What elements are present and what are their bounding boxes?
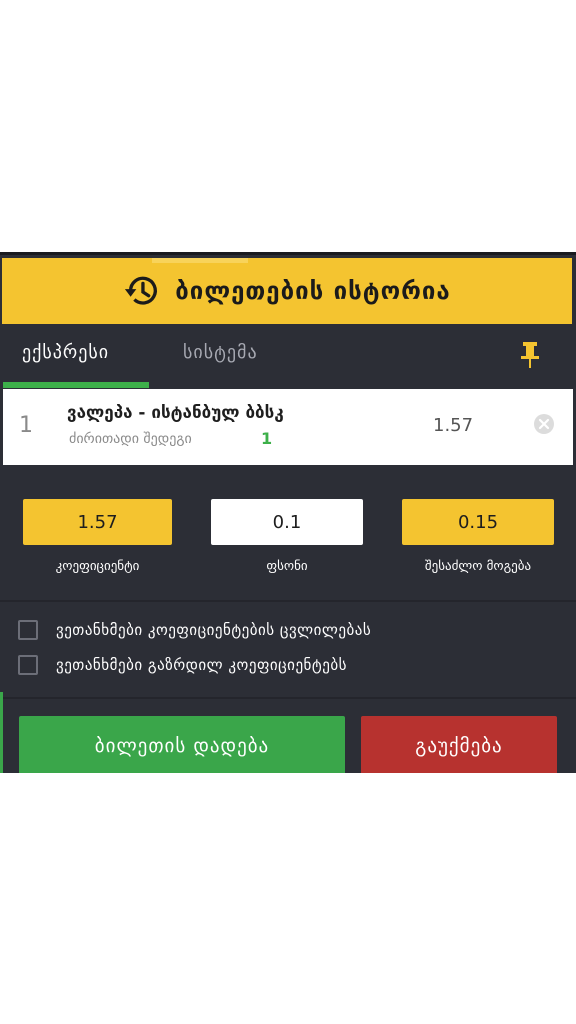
active-tab-indicator [3,382,149,388]
bet-index: 1 [19,413,33,438]
header-highlight [152,258,248,263]
tab-system[interactable]: სისტემა [183,342,258,363]
ticket-history-header[interactable]: ბილეთების ისტორია [2,258,572,324]
stake-label: ფსონი [266,559,308,574]
header-title: ბილეთების ისტორია [175,277,451,305]
accept-boosted-odds-label: ვეთანხმები გაზრდილ კოეფიციენტებს [56,656,347,674]
accept-odds-change-checkbox[interactable] [18,620,38,640]
accept-boosted-odds-option[interactable]: ვეთანხმები გაზრდილ კოეფიციენტებს [18,652,347,678]
odds-label: კოეფიციენტი [55,559,140,574]
betslip-panel: ბილეთების ისტორია ექსპრესი სისტემა 1 ვალ… [0,252,576,773]
panel-top-border [0,252,576,255]
possible-win-field: 0.15 [402,499,554,545]
possible-win-label: შესაძლო მოგება [424,559,532,574]
accept-odds-change-label: ვეთანხმები კოეფიციენტების ცვლილებას [56,621,372,639]
cancel-button[interactable]: გაუქმება [361,716,557,773]
odds-field: 1.57 [23,499,172,545]
history-icon [125,276,158,305]
betslip-tabs: ექსპრესი სისტემა [0,324,576,388]
place-bet-button[interactable]: ბილეთის დადება [19,716,345,773]
tab-express[interactable]: ექსპრესი [22,342,109,363]
stake-input[interactable]: 0.1 [211,499,363,545]
bet-match-name: ვალეპა - ისტანბულ ბბსკ [67,403,284,423]
pin-icon[interactable] [518,340,542,370]
bet-market: ძირითადი შედეგი [69,431,192,447]
bet-odd: 1.57 [433,415,474,436]
divider [0,600,576,602]
divider [0,697,576,699]
bet-fields: 1.57 0.1 0.15 კოეფიციენტი ფსონი შესაძლო … [0,497,576,582]
accept-boosted-odds-checkbox[interactable] [18,655,38,675]
left-edge-strip [0,692,3,773]
accept-odds-change-option[interactable]: ვეთანხმები კოეფიციენტების ცვლილებას [18,617,371,643]
remove-bet-icon[interactable] [533,413,555,435]
bet-pick: 1 [261,429,273,448]
bet-row: 1 ვალეპა - ისტანბულ ბბსკ ძირითადი შედეგი… [3,389,573,465]
